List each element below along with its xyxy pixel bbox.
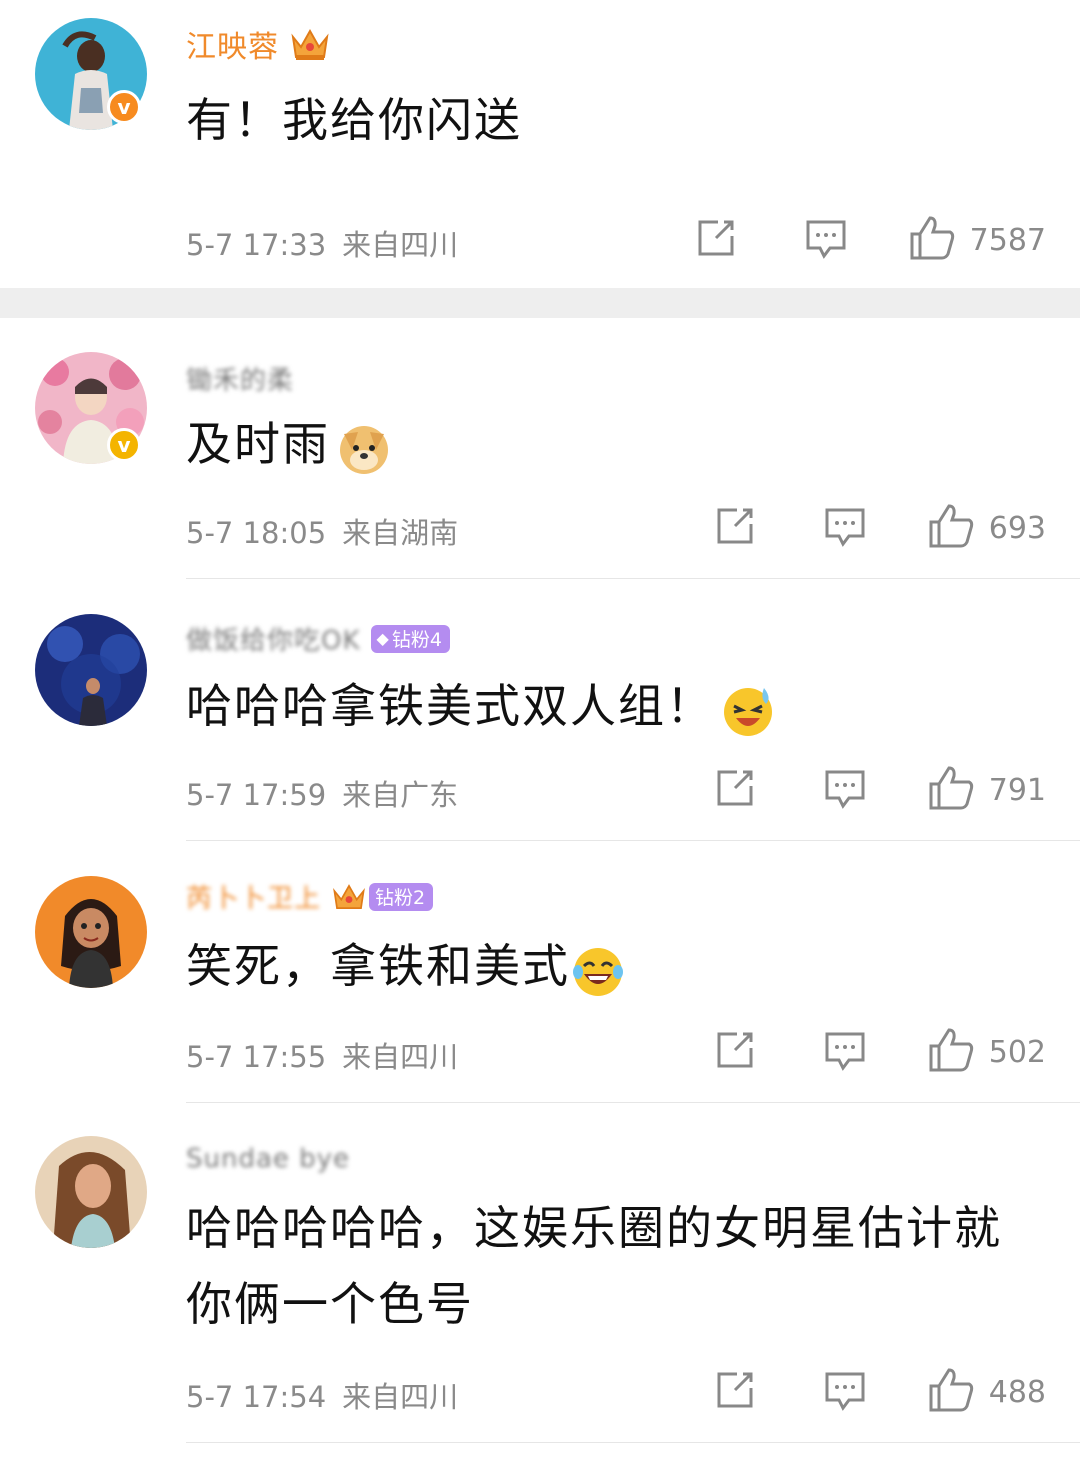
fan-badge: 钻粉2 (369, 882, 434, 911)
reply-icon[interactable] (823, 1368, 867, 1416)
like-count: 502 (988, 1034, 1046, 1070)
like-icon[interactable] (927, 1026, 975, 1078)
username[interactable]: 做饭给你吃OK (186, 620, 361, 657)
share-icon[interactable] (713, 766, 757, 814)
comment-location: 来自广东 (342, 778, 459, 812)
share-icon[interactable] (694, 216, 738, 264)
comment-meta: 5-7 18:05 来自湖南 (186, 510, 458, 552)
like-count: 488 (988, 1374, 1046, 1410)
comment-text: 哈哈哈拿铁美式双人组！ (186, 668, 1040, 744)
comment-item: v 江映蓉 有！我给你闪送 5-7 17:33 来自四川 7587 (0, 0, 1080, 288)
divider (186, 578, 1080, 579)
comment-location: 来自四川 (342, 228, 459, 262)
avatar[interactable] (35, 614, 147, 726)
comment-text-content: 及时雨 (186, 417, 330, 471)
share-icon[interactable] (713, 1368, 757, 1416)
crown-icon (331, 880, 367, 914)
like-icon[interactable] (908, 214, 956, 266)
comment-item: 做饭给你吃OK ◆ 钻粉4 哈哈哈拿铁美式双人组！ 5-7 17:59 来自广东 7… (0, 580, 1080, 842)
comment-text: 哈哈哈哈哈，这娱乐圈的女明星估计就你俩一个色号 (186, 1201, 1002, 1331)
avatar[interactable] (35, 1136, 147, 1248)
comment-text-content: 笑死，拿铁和美式 (186, 939, 570, 993)
share-icon[interactable] (713, 1028, 757, 1076)
reply-icon[interactable] (823, 766, 867, 814)
comment-date: 5-7 17:33 (186, 228, 327, 262)
comment-location: 来自四川 (342, 1040, 459, 1074)
share-icon[interactable] (713, 504, 757, 552)
comment-text: 及时雨 (186, 406, 1040, 482)
username[interactable]: Sundae bye (186, 1144, 350, 1174)
comment-item: v 锄禾的柔 及时雨 5-7 18:05 来自湖南 693 (0, 318, 1080, 580)
comment-meta: 5-7 17:55 来自四川 (186, 1034, 458, 1076)
comment-meta: 5-7 17:59 来自广东 (186, 772, 458, 814)
comment-text: 有！我给你闪送 (186, 93, 522, 147)
username[interactable]: 江映蓉 (186, 22, 279, 66)
like-icon[interactable] (927, 502, 975, 554)
comment-text-content: 哈哈哈拿铁美式双人组！ (186, 679, 714, 733)
like-count: 791 (988, 772, 1046, 808)
comment-text: 笑死，拿铁和美式 (186, 928, 1040, 1004)
comment-location: 来自湖南 (342, 516, 459, 550)
comment-item: 芮卜卜卫上 钻粉2 笑死，拿铁和美式 5-7 17:55 来自四川 502 (0, 842, 1080, 1104)
reply-icon[interactable] (823, 1028, 867, 1076)
username[interactable]: 芮卜卜卫上 (186, 878, 321, 915)
divider (186, 1102, 1080, 1103)
fan-badge-label: 钻粉2 (375, 887, 426, 909)
comment-date: 5-7 18:05 (186, 516, 327, 550)
divider (186, 840, 1080, 841)
fan-badge-label: 钻粉4 (391, 629, 442, 651)
username[interactable]: 锄禾的柔 (186, 360, 294, 397)
comment-date: 5-7 17:59 (186, 778, 327, 812)
comment-meta: 5-7 17:54 来自四川 (186, 1374, 458, 1416)
diamond-icon: ◆ (376, 629, 389, 648)
comment-meta: 5-7 17:33 来自四川 (186, 222, 458, 264)
tears-of-joy-emoji-icon (573, 947, 623, 996)
reply-icon[interactable] (823, 504, 867, 552)
like-icon[interactable] (927, 764, 975, 816)
like-icon[interactable] (927, 1366, 975, 1418)
fan-badge: ◆ 钻粉4 (370, 624, 450, 653)
doge-emoji-icon (340, 425, 388, 474)
laugh-cry-emoji-icon (724, 687, 772, 736)
comment-location: 来自四川 (342, 1380, 459, 1414)
verified-icon: v (107, 428, 141, 462)
comment-item: Sundae bye 哈哈哈哈哈，这娱乐圈的女明星估计就你俩一个色号 5-7 1… (0, 1104, 1080, 1459)
crown-icon (289, 25, 331, 63)
comment-date: 5-7 17:55 (186, 1040, 327, 1074)
divider (186, 1442, 1080, 1443)
section-separator (0, 288, 1080, 318)
avatar[interactable] (35, 876, 147, 988)
verified-icon: v (107, 90, 141, 124)
like-count: 7587 (969, 222, 1046, 258)
like-count: 693 (988, 510, 1046, 546)
comment-date: 5-7 17:54 (186, 1380, 327, 1414)
reply-icon[interactable] (804, 216, 848, 264)
